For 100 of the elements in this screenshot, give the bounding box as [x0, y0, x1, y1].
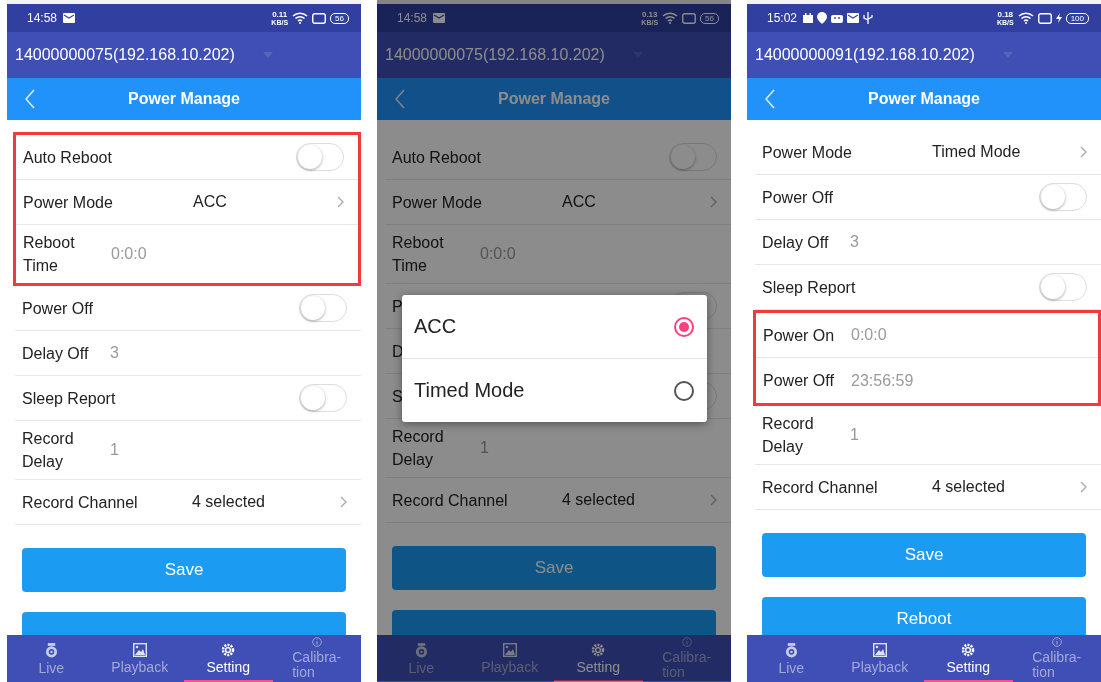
setting-row[interactable]: Power Off 23:56:59 — [756, 358, 1098, 403]
square-icon — [1037, 12, 1052, 24]
toggle-switch[interactable] — [1039, 273, 1087, 301]
setting-row[interactable]: Power Off — [15, 286, 361, 331]
setting-value: Timed Mode — [932, 143, 1022, 161]
chevron-right-icon — [340, 496, 347, 508]
setting-label: Reboot Time — [23, 233, 76, 276]
settings-icon — [221, 643, 236, 657]
setting-row[interactable]: Delay Off 3 — [755, 220, 1101, 265]
setting-value: 0:0:0 — [480, 245, 516, 263]
setting-label: Power Mode — [762, 142, 853, 163]
setting-value: ACC — [193, 193, 228, 211]
battery-level: 100 — [1065, 12, 1089, 24]
radio-button[interactable] — [674, 380, 694, 401]
setting-label: Power Mode — [23, 192, 114, 213]
mail-icon — [847, 13, 860, 23]
setting-row[interactable]: Reboot Time 0:0:0 — [16, 225, 358, 283]
setting-value: ACC — [562, 193, 597, 211]
info-icon — [681, 637, 692, 647]
battery-level: 56 — [700, 12, 719, 24]
setting-row[interactable]: Power Mode ACC — [385, 180, 731, 225]
setting-row[interactable]: Auto Reboot — [385, 135, 731, 180]
robot-icon — [831, 13, 844, 23]
chevron-right-icon — [337, 196, 344, 208]
nav-tab[interactable]: Setting — [184, 635, 273, 682]
screen-title: Power Manage — [497, 90, 611, 108]
setting-row[interactable]: Sleep Report — [755, 265, 1101, 310]
setting-label: Delay Off — [22, 343, 90, 364]
settings-icon — [591, 643, 606, 657]
wifi-icon — [662, 12, 679, 24]
screen-title: Power Manage — [867, 90, 981, 108]
setting-row[interactable]: Power On 0:0:0 — [756, 313, 1098, 358]
location-pin-icon — [817, 12, 828, 24]
image-icon — [132, 643, 147, 657]
back-icon[interactable] — [765, 89, 775, 109]
setting-row[interactable]: Record Channel 4 selected — [755, 465, 1101, 510]
device-selector[interactable]: 14000000075(192.168.10.202) — [7, 32, 361, 78]
status-time: 14:58 — [397, 11, 428, 25]
setting-label: Auto Reboot — [23, 147, 112, 168]
calendar-icon — [803, 13, 814, 23]
setting-value: 4 selected — [192, 493, 266, 511]
device-selector[interactable]: 14000000091(192.168.10.202) — [747, 32, 1101, 78]
square-icon — [682, 12, 697, 24]
setting-label: Power Off — [763, 371, 835, 391]
wifi-icon — [292, 12, 309, 24]
camera-icon — [414, 643, 428, 658]
chevron-right-icon — [1080, 481, 1087, 493]
setting-label: Record Channel — [762, 477, 879, 498]
setting-label: Power On — [763, 325, 836, 346]
setting-label: P — [392, 296, 403, 317]
settings-icon — [961, 643, 976, 657]
setting-label: Record Channel — [392, 490, 509, 511]
setting-label: Record Delay — [392, 427, 445, 470]
dialog-option[interactable]: Timed Mode — [402, 359, 707, 422]
setting-value: 1 — [850, 426, 859, 444]
setting-label: Power Mode — [392, 192, 483, 213]
setting-row[interactable]: Power Mode ACC — [16, 180, 358, 225]
toggle-switch[interactable] — [299, 294, 347, 322]
info-icon — [1051, 637, 1062, 647]
setting-row[interactable]: Record Channel 4 selected — [15, 480, 361, 525]
setting-row[interactable]: Auto Reboot — [16, 135, 358, 180]
toggle-switch[interactable] — [669, 143, 717, 171]
battery-level: 56 — [330, 12, 349, 24]
image-icon — [502, 643, 517, 657]
toggle-switch[interactable] — [296, 143, 344, 171]
setting-label: Reboot Time — [392, 233, 445, 276]
setting-label: Power Off — [762, 187, 833, 208]
status-time: 15:02 — [767, 11, 798, 25]
setting-value: 4 selected — [932, 478, 1006, 496]
image-icon — [872, 643, 887, 657]
setting-value: 0:0:0 — [111, 245, 147, 263]
setting-label: S — [392, 386, 403, 407]
mail-icon — [63, 13, 76, 23]
setting-row[interactable]: Reboot Time 0:0:0 — [385, 225, 731, 284]
setting-value: 4 selected — [562, 491, 636, 509]
nav-tab[interactable]: Setting — [924, 635, 1013, 682]
nav-tab[interactable]: Setting — [554, 635, 643, 682]
screen-title: Power Manage — [127, 90, 241, 108]
radio-button[interactable] — [674, 316, 694, 337]
setting-row[interactable]: Power Mode Timed Mode — [755, 130, 1101, 175]
setting-label: Power Off — [22, 298, 93, 319]
back-icon[interactable] — [25, 89, 35, 109]
info-icon — [311, 637, 322, 647]
setting-row[interactable]: Record Delay 1 — [15, 421, 361, 480]
setting-value: 23:56:59 — [851, 371, 914, 390]
status-time: 14:58 — [27, 11, 58, 25]
setting-row[interactable]: Power Off — [755, 175, 1101, 220]
dialog-option[interactable]: ACC — [402, 295, 707, 359]
setting-row[interactable]: Sleep Report — [15, 376, 361, 421]
toggle-switch[interactable] — [1039, 183, 1087, 211]
setting-label: Auto Reboot — [392, 147, 481, 168]
setting-value: 0:0:0 — [851, 326, 887, 344]
toggle-switch[interactable] — [299, 384, 347, 412]
setting-value: 1 — [480, 439, 489, 457]
dropdown-caret-icon — [262, 52, 273, 58]
device-selector[interactable]: 14000000075(192.168.10.202) — [377, 32, 731, 78]
setting-row[interactable]: Record Channel 4 selected — [385, 478, 731, 523]
setting-row[interactable]: Record Delay 1 — [755, 406, 1101, 465]
back-icon[interactable] — [395, 89, 405, 109]
setting-row[interactable]: Delay Off 3 — [15, 331, 361, 376]
